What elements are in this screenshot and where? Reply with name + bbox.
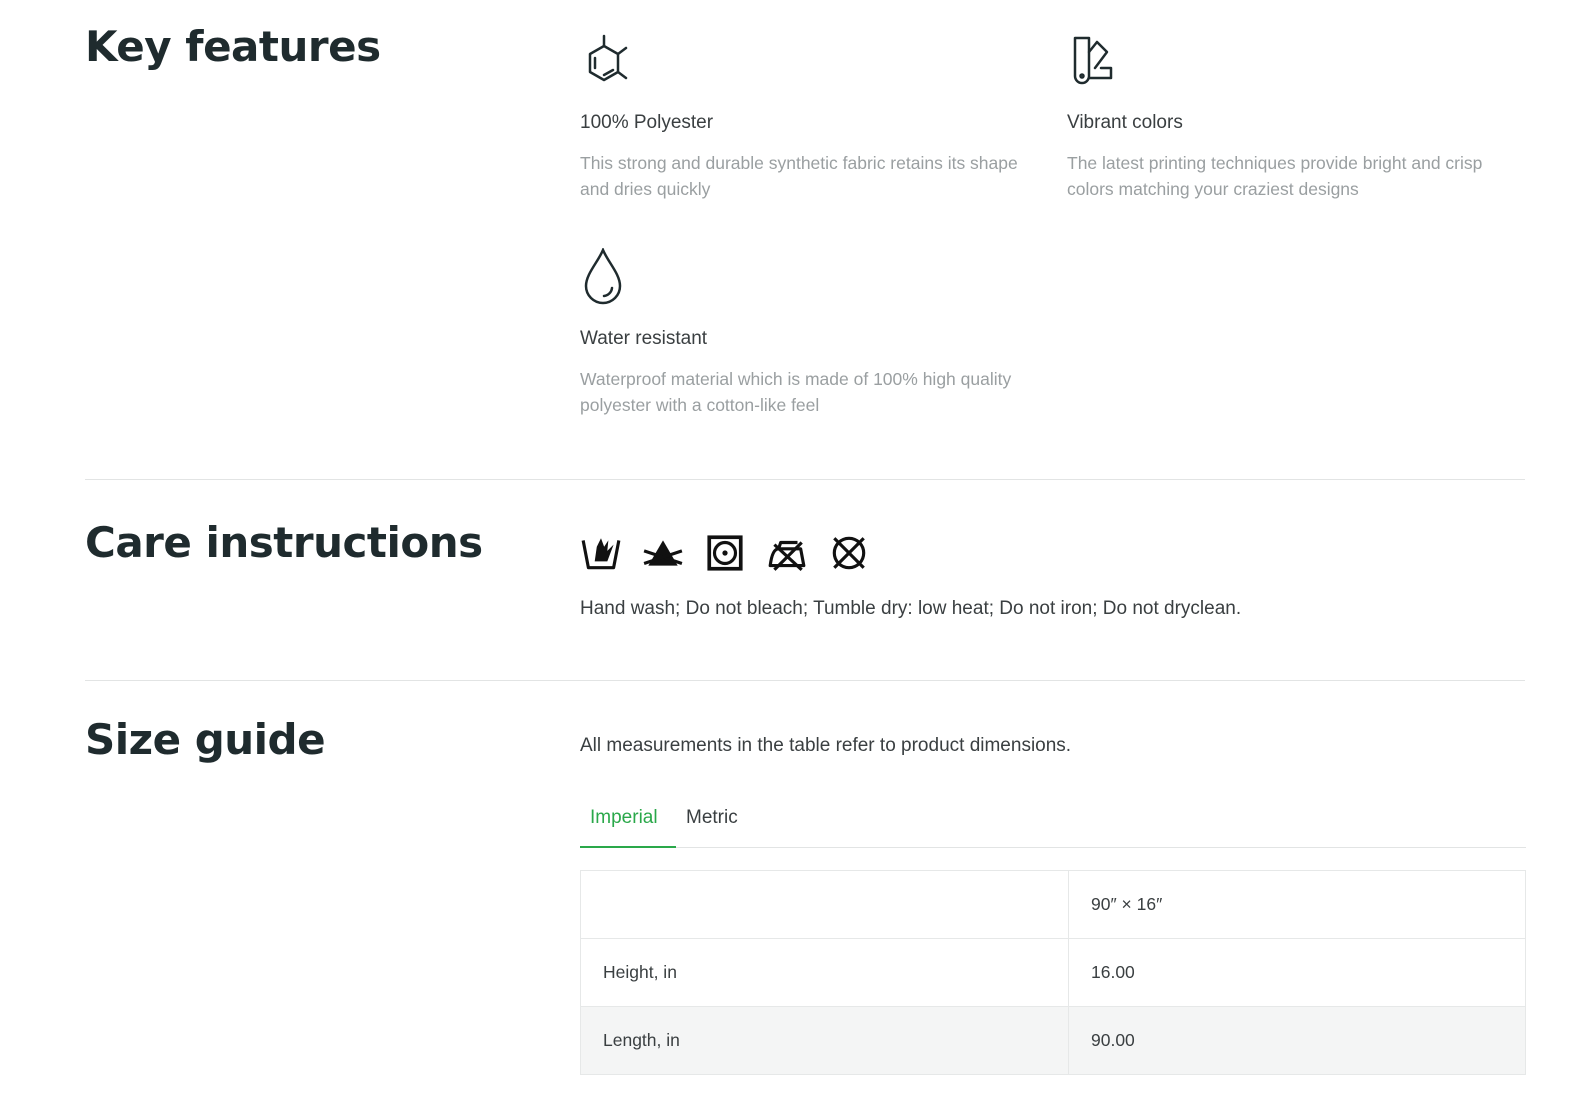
hand-wash-icon bbox=[581, 538, 621, 570]
feature-water-resistant: Water resistant Waterproof material whic… bbox=[580, 248, 1040, 415]
care-instructions-title: Care instructions bbox=[85, 518, 483, 567]
feature-description: The latest printing techniques provide b… bbox=[1067, 153, 1483, 199]
table-cell-value: 16.00 bbox=[1068, 938, 1526, 1007]
table-cell-value: 90.00 bbox=[1068, 1006, 1526, 1075]
table-header-row: 90″ × 16″ bbox=[580, 870, 1526, 939]
polyester-molecule-icon bbox=[588, 34, 628, 82]
do-not-bleach-icon bbox=[643, 540, 683, 566]
tumble-dry-low-icon bbox=[707, 535, 743, 571]
feature-title: Vibrant colors bbox=[1067, 112, 1183, 133]
feature-description: This strong and durable synthetic fabric… bbox=[580, 153, 1018, 199]
table-header-cell: 90″ × 16″ bbox=[1068, 870, 1526, 939]
table-row: Length, in 90.00 bbox=[580, 1006, 1526, 1075]
section-divider bbox=[85, 680, 1525, 681]
vibrant-colors-icon bbox=[1073, 36, 1113, 85]
feature-title: Water resistant bbox=[580, 328, 708, 349]
care-icons bbox=[580, 532, 870, 574]
key-features-title: Key features bbox=[85, 22, 381, 71]
water-drop-icon bbox=[584, 248, 622, 305]
section-divider bbox=[85, 479, 1525, 480]
unit-tabs: Imperial Metric bbox=[580, 795, 1526, 848]
table-cell-label: Length, in bbox=[580, 1006, 1069, 1075]
feature-vibrant-colors: Vibrant colors The latest printing techn… bbox=[1067, 32, 1527, 199]
feature-description: Waterproof material which is made of 100… bbox=[580, 369, 1012, 415]
size-guide-intro: All measurements in the table refer to p… bbox=[580, 735, 1072, 756]
care-instructions-text: Hand wash; Do not bleach; Tumble dry: lo… bbox=[580, 598, 1242, 619]
table-header-cell bbox=[580, 870, 1069, 939]
size-guide-title: Size guide bbox=[85, 715, 326, 764]
do-not-dryclean-icon bbox=[832, 536, 866, 570]
tab-metric[interactable]: Metric bbox=[686, 807, 738, 829]
size-table: 90″ × 16″ Height, in 16.00 Length, in 90… bbox=[580, 870, 1526, 1075]
tab-imperial[interactable]: Imperial bbox=[590, 807, 658, 829]
feature-title: 100% Polyester bbox=[580, 112, 714, 133]
do-not-iron-icon bbox=[768, 540, 806, 571]
feature-polyester: 100% Polyester This strong and durable s… bbox=[580, 32, 1040, 199]
table-row: Height, in 16.00 bbox=[580, 938, 1526, 1007]
table-cell-label: Height, in bbox=[580, 938, 1069, 1007]
active-tab-indicator bbox=[580, 846, 676, 848]
